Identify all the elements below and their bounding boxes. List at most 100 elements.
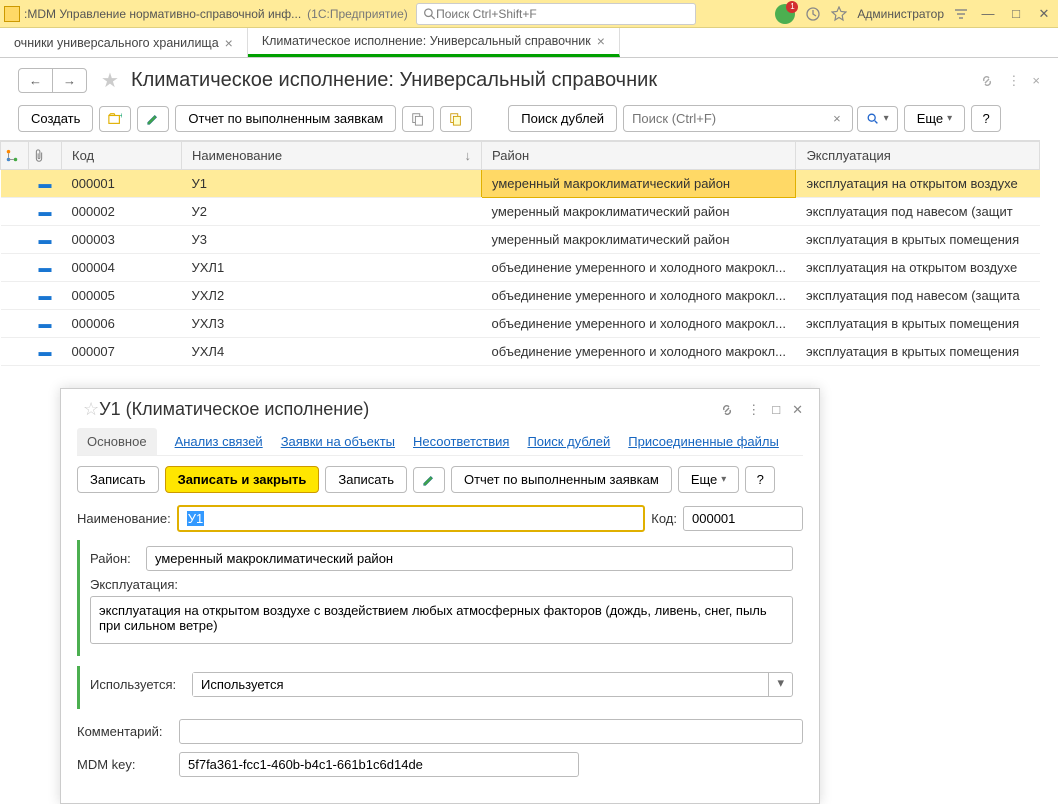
cell-exp: эксплуатация под навесом (защит bbox=[796, 198, 1040, 226]
label-exp: Эксплуатация: bbox=[90, 577, 793, 592]
table-row[interactable]: ▬000003У3умеренный макроклиматический ра… bbox=[1, 226, 1040, 254]
report-button[interactable]: Отчет по выполненным заявкам bbox=[175, 105, 396, 132]
th-code[interactable]: Код bbox=[62, 142, 182, 170]
cell-code: 000003 bbox=[62, 226, 182, 254]
detail-restore-icon[interactable]: □ bbox=[772, 402, 780, 418]
link-icon[interactable] bbox=[979, 73, 995, 89]
kebab-menu-icon[interactable]: ⋮ bbox=[1007, 73, 1020, 89]
write-button[interactable]: Записать bbox=[77, 466, 159, 493]
cell-rayon: умеренный макроклиматический район bbox=[482, 170, 796, 198]
dtab-main[interactable]: Основное bbox=[77, 428, 157, 455]
table-row[interactable]: ▬000004УХЛ1объединение умеренного и холо… bbox=[1, 254, 1040, 282]
green-block-2: Используется: ▾ bbox=[77, 666, 803, 709]
detail-report-button[interactable]: Отчет по выполненным заявкам bbox=[451, 466, 672, 493]
rayon-field[interactable] bbox=[146, 546, 793, 571]
write-close-button[interactable]: Записать и закрыть bbox=[165, 466, 320, 493]
notifications-icon[interactable]: 1 bbox=[775, 4, 795, 24]
tab-0-close-icon[interactable]: × bbox=[225, 35, 233, 51]
detail-help-button[interactable]: ? bbox=[745, 466, 775, 493]
used-dropdown-icon[interactable]: ▾ bbox=[768, 673, 792, 696]
table-row[interactable]: ▬000001У1умеренный макроклиматический ра… bbox=[1, 170, 1040, 198]
dtab-requests[interactable]: Заявки на объекты bbox=[281, 428, 395, 455]
dup-search-button[interactable]: Поиск дублей bbox=[508, 105, 617, 132]
admin-label[interactable]: Администратор bbox=[857, 7, 944, 21]
cell-exp: эксплуатация в крытых помещения bbox=[796, 338, 1040, 366]
row-icon bbox=[1, 310, 29, 338]
row-icon bbox=[1, 282, 29, 310]
close-button[interactable]: ✕ bbox=[1034, 4, 1054, 24]
write-button-2[interactable]: Записать bbox=[325, 466, 407, 493]
th-name[interactable]: Наименование↓ bbox=[182, 142, 482, 170]
search-dropdown-button[interactable] bbox=[857, 106, 898, 132]
detail-link-icon[interactable] bbox=[719, 402, 735, 418]
toolbar: Создать + Отчет по выполненным заявкам П… bbox=[0, 101, 1058, 140]
history-icon[interactable] bbox=[805, 6, 821, 22]
detail-more-button[interactable]: Еще bbox=[678, 466, 739, 493]
table-row[interactable]: ▬000007УХЛ4объединение умеренного и холо… bbox=[1, 338, 1040, 366]
row-icon bbox=[1, 338, 29, 366]
detail-edit-button[interactable] bbox=[413, 467, 445, 493]
more-button[interactable]: Еще bbox=[904, 105, 965, 132]
code-field[interactable] bbox=[683, 506, 803, 531]
tab-0-label: очники универсального хранилища bbox=[14, 36, 219, 50]
th-hierarchy-icon[interactable] bbox=[1, 142, 29, 170]
nav-back-button[interactable]: ← bbox=[19, 69, 53, 92]
table-row[interactable]: ▬000005УХЛ2объединение умеренного и холо… bbox=[1, 282, 1040, 310]
row-dash-icon: ▬ bbox=[29, 254, 62, 282]
cell-exp: эксплуатация под навесом (защита bbox=[796, 282, 1040, 310]
detail-title: У1 (Климатическое исполнение) bbox=[99, 399, 369, 420]
cell-exp: эксплуатация на открытом воздухе bbox=[796, 254, 1040, 282]
cell-code: 000006 bbox=[62, 310, 182, 338]
copy-button[interactable] bbox=[402, 106, 434, 132]
label-name: Наименование: bbox=[77, 511, 171, 526]
th-rayon[interactable]: Район bbox=[482, 142, 796, 170]
name-field[interactable]: У1 bbox=[177, 505, 646, 532]
used-select[interactable]: ▾ bbox=[192, 672, 793, 697]
title-search-input[interactable] bbox=[436, 7, 689, 21]
cell-rayon: умеренный макроклиматический район bbox=[482, 226, 796, 254]
detail-kebab-icon[interactable]: ⋮ bbox=[747, 402, 760, 418]
dtab-files[interactable]: Присоединенные файлы bbox=[628, 428, 779, 455]
tab-1-close-icon[interactable]: × bbox=[597, 33, 605, 49]
title-search[interactable] bbox=[416, 3, 696, 25]
dtab-dup[interactable]: Поиск дублей bbox=[527, 428, 610, 455]
menu-icon[interactable] bbox=[954, 7, 968, 21]
page-close-icon[interactable]: × bbox=[1032, 73, 1040, 89]
th-attach-icon[interactable] bbox=[29, 142, 62, 170]
table-row[interactable]: ▬000006УХЛ3объединение умеренного и холо… bbox=[1, 310, 1040, 338]
search-input[interactable] bbox=[623, 105, 853, 132]
search-clear-icon[interactable]: × bbox=[833, 111, 841, 126]
tab-1[interactable]: Климатическое исполнение: Универсальный … bbox=[248, 28, 620, 57]
dtab-nesoot[interactable]: Несоответствия bbox=[413, 428, 509, 455]
exp-field[interactable] bbox=[90, 596, 793, 644]
th-exp[interactable]: Эксплуатация bbox=[796, 142, 1040, 170]
app-icon bbox=[4, 6, 20, 22]
paste-button[interactable] bbox=[440, 106, 472, 132]
mdm-field[interactable] bbox=[179, 752, 579, 777]
detail-close-icon[interactable]: ✕ bbox=[792, 402, 803, 418]
star-icon[interactable] bbox=[831, 6, 847, 22]
dtab-analysis[interactable]: Анализ связей bbox=[175, 428, 263, 455]
maximize-button[interactable]: □ bbox=[1006, 4, 1026, 24]
nav-forward-button[interactable]: → bbox=[53, 69, 86, 92]
create-button[interactable]: Создать bbox=[18, 105, 93, 132]
create-folder-button[interactable]: + bbox=[99, 106, 131, 132]
cell-exp: эксплуатация в крытых помещения bbox=[796, 310, 1040, 338]
row-dash-icon: ▬ bbox=[29, 282, 62, 310]
table-row[interactable]: ▬000002У2умеренный макроклиматический ра… bbox=[1, 198, 1040, 226]
favorite-star-icon[interactable]: ★ bbox=[101, 68, 119, 93]
comment-field[interactable] bbox=[179, 719, 803, 744]
titlebar: :MDM Управление нормативно-справочной ин… bbox=[0, 0, 1058, 28]
cell-name: У1 bbox=[182, 170, 482, 198]
row-dash-icon: ▬ bbox=[29, 226, 62, 254]
search-icon bbox=[423, 7, 436, 21]
row-dash-icon: ▬ bbox=[29, 310, 62, 338]
used-value[interactable] bbox=[193, 673, 768, 696]
minimize-button[interactable]: — bbox=[978, 4, 998, 24]
app-suffix: (1С:Предприятие) bbox=[307, 7, 408, 21]
edit-button[interactable] bbox=[137, 106, 169, 132]
tab-0[interactable]: очники универсального хранилища × bbox=[0, 28, 248, 57]
help-button[interactable]: ? bbox=[971, 105, 1001, 132]
detail-star-icon[interactable]: ☆ bbox=[83, 399, 99, 420]
page-title: Климатическое исполнение: Универсальный … bbox=[131, 69, 657, 92]
